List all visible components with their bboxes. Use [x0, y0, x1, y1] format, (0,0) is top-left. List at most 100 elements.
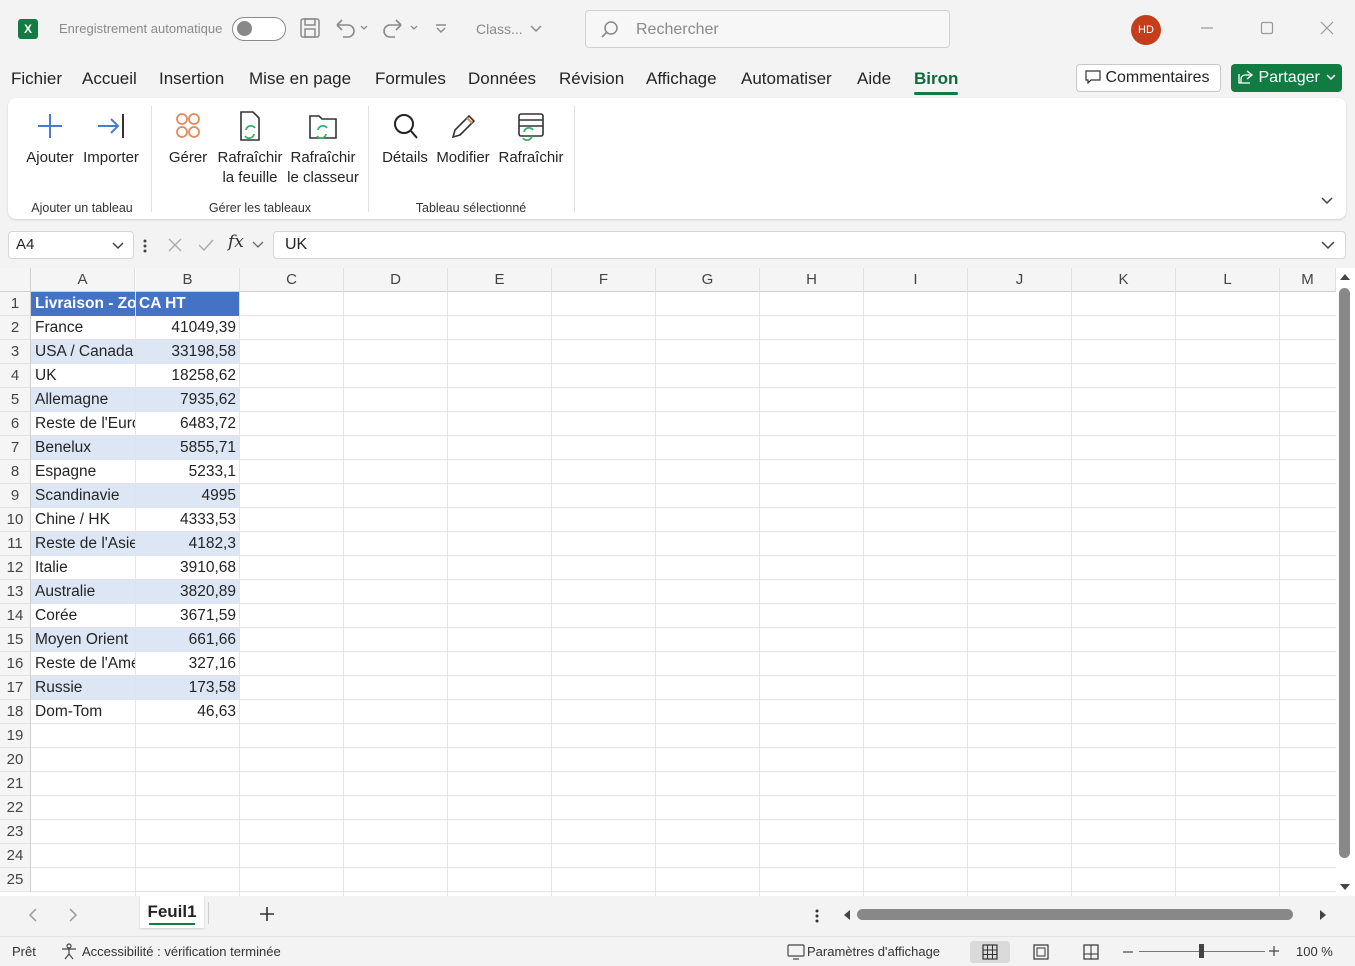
table-cell[interactable]: 3671,59 [136, 604, 239, 628]
gerer-button[interactable]: Gérer [166, 108, 210, 168]
zoom-slider-thumb[interactable] [1199, 944, 1204, 958]
table-cell[interactable]: Benelux [31, 436, 135, 460]
maximize-icon[interactable] [1252, 14, 1282, 44]
display-settings-button[interactable]: Paramètres d'affichage [807, 944, 940, 959]
row-header[interactable]: 16 [0, 652, 31, 676]
column-header[interactable]: E [448, 268, 552, 292]
row-header[interactable]: 5 [0, 388, 31, 412]
tab-accueil[interactable]: Accueil [82, 69, 137, 89]
column-header[interactable]: K [1072, 268, 1176, 292]
customize-toolbar-icon[interactable] [434, 17, 448, 44]
tab-biron[interactable]: Biron [914, 69, 959, 95]
table-cell[interactable]: Reste de l'Europe [31, 412, 135, 436]
save-icon[interactable] [299, 17, 321, 44]
more-icon[interactable] [141, 237, 149, 255]
row-header[interactable]: 2 [0, 316, 31, 340]
rafraichir-button[interactable]: Rafraîchir [497, 108, 565, 168]
table-cell[interactable]: Italie [31, 556, 135, 580]
table-cell[interactable]: UK [31, 364, 135, 388]
table-cell[interactable]: 5233,1 [136, 460, 239, 484]
page-layout-button[interactable] [1021, 941, 1061, 963]
column-header[interactable]: A [31, 268, 135, 292]
table-cell[interactable]: 41049,39 [136, 316, 239, 340]
table-cell[interactable]: 173,58 [136, 676, 239, 700]
column-header[interactable]: C [240, 268, 344, 292]
column-header[interactable]: H [760, 268, 864, 292]
row-header[interactable]: 22 [0, 796, 31, 820]
table-cell[interactable]: 46,63 [136, 700, 239, 724]
tab-fichier[interactable]: Fichier [11, 69, 62, 89]
cancel-icon[interactable] [167, 237, 183, 253]
vertical-scrollbar[interactable] [1336, 268, 1355, 896]
column-header[interactable]: L [1176, 268, 1280, 292]
table-cell[interactable]: Espagne [31, 460, 135, 484]
row-header[interactable]: 20 [0, 748, 31, 772]
column-header[interactable]: M [1280, 268, 1336, 292]
search-box[interactable] [585, 10, 950, 48]
row-header[interactable]: 18 [0, 700, 31, 724]
more-options-icon[interactable] [814, 908, 820, 924]
row-header[interactable]: 11 [0, 532, 31, 556]
page-break-preview-button[interactable] [1071, 941, 1111, 963]
row-header[interactable]: 8 [0, 460, 31, 484]
column-header[interactable]: G [656, 268, 760, 292]
undo-icon[interactable] [333, 17, 369, 44]
table-cell[interactable]: 4182,3 [136, 532, 239, 556]
table-cell[interactable]: Scandinavie [31, 484, 135, 508]
row-header[interactable]: 3 [0, 340, 31, 364]
scroll-left-icon[interactable] [842, 909, 852, 921]
table-cell[interactable]: 7935,62 [136, 388, 239, 412]
row-header[interactable]: 6 [0, 412, 31, 436]
chevron-right-icon[interactable] [68, 908, 78, 922]
column-header[interactable]: F [552, 268, 656, 292]
tab-mise-en-page[interactable]: Mise en page [249, 69, 351, 89]
table-cell[interactable]: France [31, 316, 135, 340]
scroll-down-icon[interactable] [1339, 882, 1351, 892]
scroll-up-icon[interactable] [1339, 272, 1351, 282]
accessibility-icon[interactable] [60, 943, 78, 961]
name-box[interactable]: A4 [8, 231, 134, 259]
document-name[interactable]: Class... [476, 21, 523, 37]
table-cell[interactable]: 661,66 [136, 628, 239, 652]
sheet-tab-feuil1[interactable]: Feuil1 [140, 896, 204, 928]
table-cell[interactable]: Moyen Orient [31, 628, 135, 652]
importer-button[interactable]: Importer [80, 108, 142, 168]
select-all-corner[interactable] [0, 268, 31, 292]
row-header[interactable]: 13 [0, 580, 31, 604]
row-header[interactable]: 23 [0, 820, 31, 844]
zoom-level[interactable]: 100 % [1296, 944, 1333, 959]
row-header[interactable]: 9 [0, 484, 31, 508]
row-header[interactable]: 19 [0, 724, 31, 748]
tab-revision[interactable]: Révision [559, 69, 624, 89]
table-cell[interactable]: 33198,58 [136, 340, 239, 364]
minimize-icon[interactable] [1192, 14, 1222, 44]
ajouter-button[interactable]: Ajouter [24, 108, 76, 168]
rafraichir-classeur-button[interactable]: Rafraîchir le classeur [287, 108, 359, 188]
column-header[interactable]: B [136, 268, 240, 292]
tab-automatiser[interactable]: Automatiser [741, 69, 832, 89]
tab-aide[interactable]: Aide [857, 69, 891, 89]
comments-button[interactable]: Commentaires [1076, 64, 1221, 92]
column-header[interactable]: D [344, 268, 448, 292]
row-header[interactable]: 25 [0, 868, 31, 892]
enter-check-icon[interactable] [197, 237, 215, 253]
table-cell[interactable]: 18258,62 [136, 364, 239, 388]
tab-formules[interactable]: Formules [375, 69, 446, 89]
scroll-right-icon[interactable] [1318, 909, 1328, 921]
table-cell[interactable]: 4995 [136, 484, 239, 508]
table-cell[interactable]: Reste de l'Asie [31, 532, 135, 556]
table-cell[interactable]: Dom-Tom [31, 700, 135, 724]
table-cell[interactable]: Allemagne [31, 388, 135, 412]
autosave-toggle[interactable] [232, 17, 286, 41]
table-cell[interactable]: 6483,72 [136, 412, 239, 436]
table-cell[interactable]: 4333,53 [136, 508, 239, 532]
accessibility-status[interactable]: Accessibilité : vérification terminée [82, 944, 281, 959]
tab-donnees[interactable]: Données [468, 69, 536, 89]
table-cell[interactable]: Chine / HK [31, 508, 135, 532]
table-cell[interactable]: USA / Canada [31, 340, 135, 364]
tab-affichage[interactable]: Affichage [646, 69, 717, 89]
row-header[interactable]: 21 [0, 772, 31, 796]
expand-formula-icon[interactable] [1321, 232, 1335, 267]
table-cell[interactable]: 3820,89 [136, 580, 239, 604]
spreadsheet-grid[interactable]: A B C D E F G H I J K L M 1 2 3 4 5 6 7 8 9 10 11 12 13 14 15 16 17 18… [0, 268, 1355, 896]
